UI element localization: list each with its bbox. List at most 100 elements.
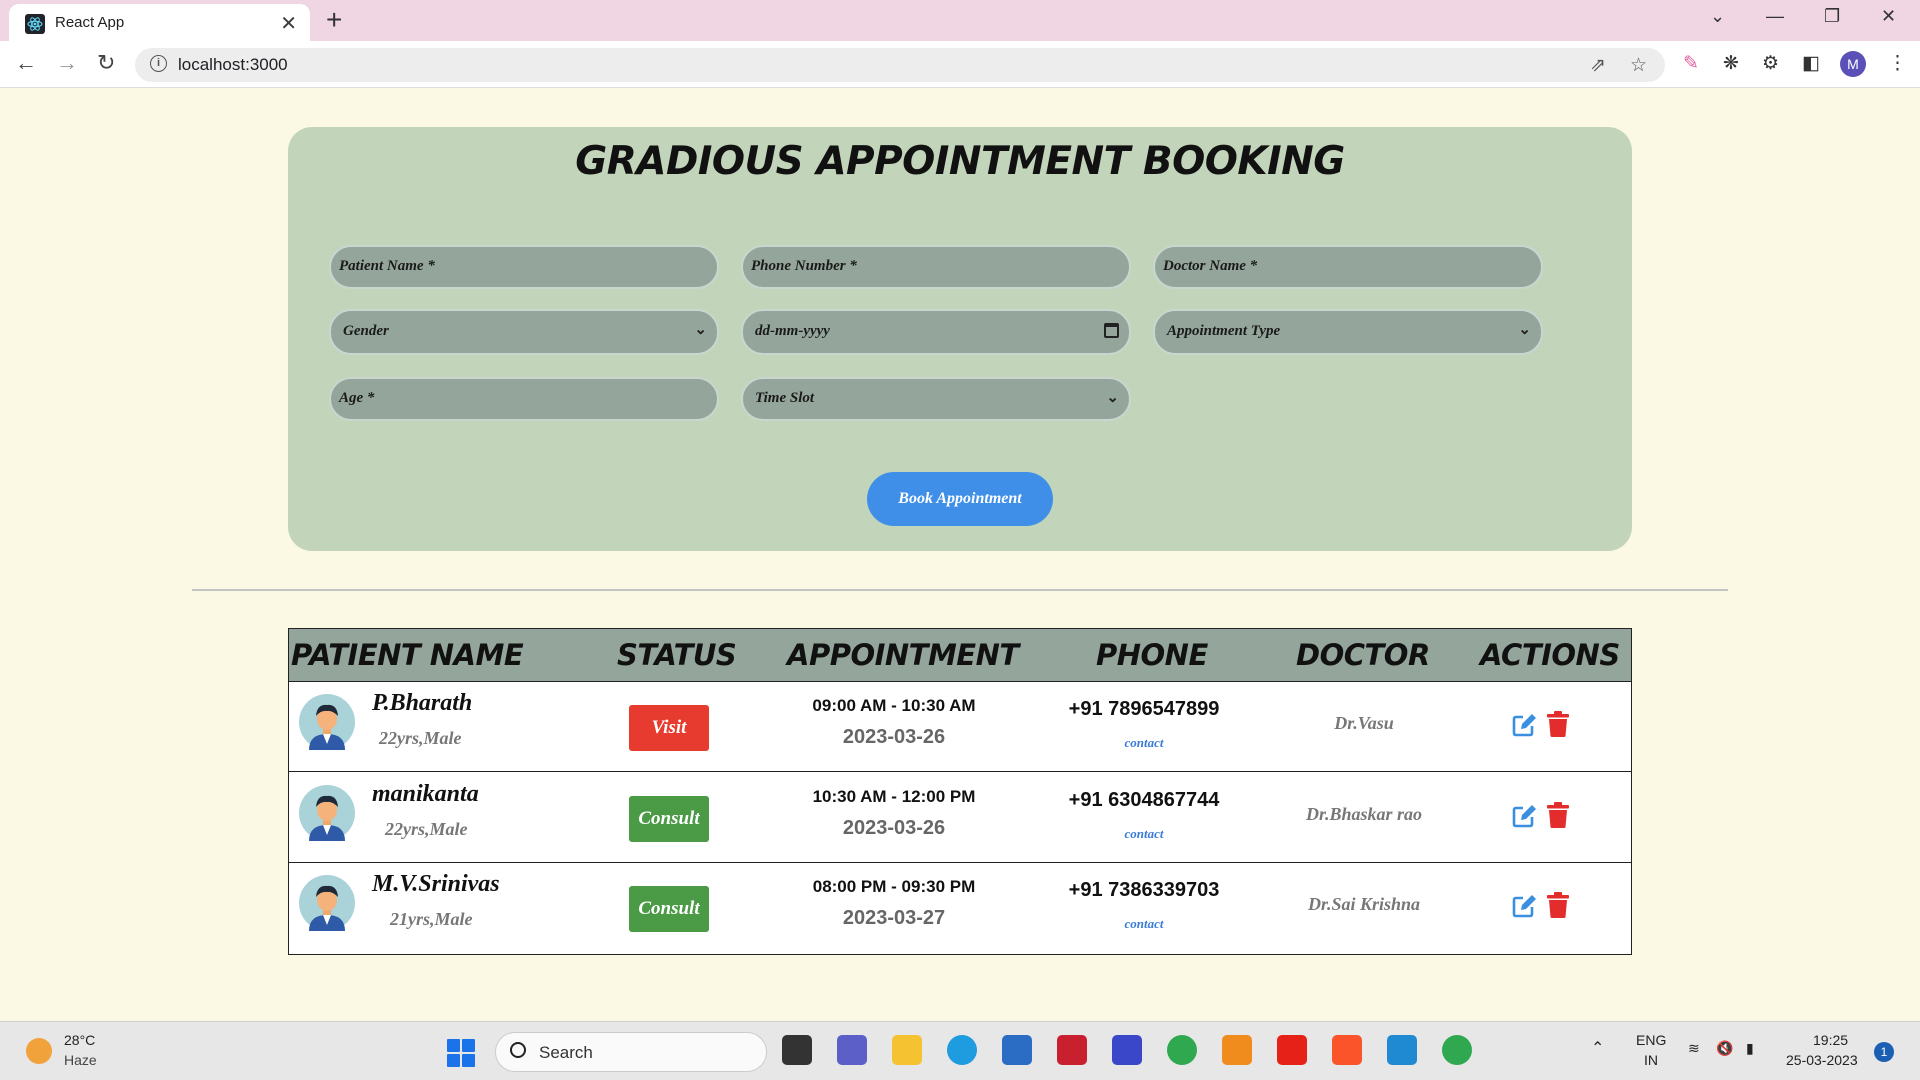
windows-start-icon[interactable] bbox=[447, 1039, 475, 1067]
extensions-icon[interactable]: ⚙ bbox=[1762, 52, 1779, 75]
address-bar[interactable]: i localhost:3000 ⇗ ☆ bbox=[135, 48, 1665, 82]
battery-icon[interactable]: ▮ bbox=[1746, 1040, 1754, 1057]
book-appointment-button[interactable]: Book Appointment bbox=[867, 472, 1053, 526]
bug-icon[interactable]: ❋ bbox=[1723, 52, 1739, 75]
header-doctor: DOCTOR bbox=[1296, 638, 1430, 672]
patient-age-gender: 21yrs,Male bbox=[390, 909, 473, 929]
appointment-time: 09:00 AM - 10:30 AM bbox=[812, 696, 976, 715]
contact-link[interactable]: contact bbox=[1034, 735, 1254, 751]
edge-icon[interactable] bbox=[947, 1035, 977, 1065]
reload-icon[interactable]: ↻ bbox=[97, 50, 115, 76]
weather-description[interactable]: Haze bbox=[64, 1052, 97, 1068]
url-text[interactable]: localhost:3000 bbox=[178, 55, 288, 75]
appointment-date: 2023-03-26 bbox=[842, 816, 946, 839]
contact-link[interactable]: contact bbox=[1034, 916, 1254, 932]
show-hidden-icons-icon[interactable]: ⌃ bbox=[1591, 1038, 1604, 1058]
appointment-type-select[interactable]: Appointment Type ⌄ bbox=[1153, 309, 1543, 355]
edit-icon[interactable] bbox=[1511, 712, 1537, 738]
status-badge[interactable]: Visit bbox=[629, 705, 709, 751]
chrome-icon[interactable] bbox=[1167, 1035, 1197, 1065]
appointments-table: PATIENT NAME STATUS APPOINTMENT PHONE DO… bbox=[288, 628, 1632, 955]
patient-avatar-icon bbox=[299, 875, 355, 931]
table-row: M.V.Srinivas 21yrs,Male Consult 08:00 PM… bbox=[289, 863, 1631, 953]
weather-temperature[interactable]: 28°C bbox=[64, 1032, 95, 1048]
browser-toolbar: ← → ↻ i localhost:3000 ⇗ ☆ ✎ ❋ ⚙ ◧ M ⋮ bbox=[0, 41, 1920, 88]
gender-select[interactable]: Gender ⌄ bbox=[329, 309, 719, 355]
appointment-date: 2023-03-26 bbox=[842, 726, 946, 748]
mcafee-icon[interactable] bbox=[1057, 1035, 1087, 1065]
patient-phone: +91 7386339703 bbox=[1068, 879, 1220, 901]
clock-time[interactable]: 19:25 bbox=[1813, 1032, 1848, 1048]
back-icon[interactable]: ← bbox=[15, 50, 37, 76]
taskbar: 28°C Haze Search ⌃ ENG IN ≋ 🔇 ▮ 19:25 25… bbox=[0, 1021, 1920, 1080]
date-placeholder: dd-mm-yyyy bbox=[755, 323, 830, 339]
task-view-icon[interactable] bbox=[782, 1035, 812, 1065]
time-slot-select[interactable]: Time Slot ⌄ bbox=[741, 377, 1131, 421]
weather-haze-icon[interactable] bbox=[26, 1038, 52, 1064]
header-phone: PHONE bbox=[1096, 638, 1208, 672]
sublime-text-icon[interactable] bbox=[1222, 1035, 1252, 1065]
trash-icon[interactable] bbox=[1547, 892, 1569, 918]
doctor-name: Dr.Vasu bbox=[1334, 713, 1394, 733]
vscode-icon[interactable] bbox=[1387, 1035, 1417, 1065]
patient-age-gender: 22yrs,Male bbox=[379, 728, 462, 748]
patient-name: manikanta bbox=[372, 780, 479, 807]
share-icon[interactable]: ⇗ bbox=[1590, 54, 1606, 77]
patient-name-placeholder: Patient Name * bbox=[339, 258, 435, 274]
tab-close-icon[interactable]: ✕ bbox=[280, 11, 297, 36]
youtube-icon[interactable] bbox=[1277, 1035, 1307, 1065]
table-row: manikanta 22yrs,Male Consult 10:30 AM - … bbox=[289, 773, 1631, 863]
file-explorer-icon[interactable] bbox=[892, 1035, 922, 1065]
language-region[interactable]: IN bbox=[1644, 1052, 1658, 1068]
browser-tabstrip: React App ✕ + ⌄ — ❐ ✕ bbox=[0, 0, 1920, 41]
vpn-app-icon[interactable] bbox=[1112, 1035, 1142, 1065]
notification-badge[interactable]: 1 bbox=[1874, 1042, 1894, 1062]
chrome-profile-icon[interactable] bbox=[1442, 1035, 1472, 1065]
appointment-date: 2023-03-27 bbox=[842, 907, 946, 929]
site-info-icon[interactable]: i bbox=[150, 55, 167, 72]
teams-chat-icon[interactable] bbox=[837, 1035, 867, 1065]
doctor-name: Dr.Bhaskar rao bbox=[1305, 803, 1423, 824]
patient-name-input[interactable]: Patient Name * bbox=[329, 245, 719, 289]
brave-icon[interactable] bbox=[1332, 1035, 1362, 1065]
doctor-name: Dr.Sai Krishna bbox=[1307, 894, 1421, 914]
forward-icon[interactable]: → bbox=[56, 50, 78, 76]
clock-date[interactable]: 25-03-2023 bbox=[1786, 1052, 1858, 1068]
status-badge[interactable]: Consult bbox=[629, 886, 709, 932]
booking-form-card: GRADIOUS APPOINTMENT BOOKING Patient Nam… bbox=[288, 127, 1632, 551]
trash-icon[interactable] bbox=[1547, 711, 1569, 737]
contact-link[interactable]: contact bbox=[1034, 826, 1254, 842]
appointment-time: 08:00 PM - 09:30 PM bbox=[812, 877, 976, 896]
search-label: Search bbox=[539, 1043, 593, 1062]
menu-icon[interactable]: ⋮ bbox=[1888, 52, 1907, 75]
sidepanel-icon[interactable]: ◧ bbox=[1802, 52, 1820, 75]
header-patient-name: PATIENT NAME bbox=[291, 638, 524, 672]
header-actions: ACTIONS bbox=[1480, 638, 1620, 672]
gender-select-value: Gender bbox=[343, 323, 389, 339]
time-slot-value: Time Slot bbox=[755, 390, 815, 406]
close-window-button[interactable]: ✕ bbox=[1881, 6, 1896, 27]
wifi-icon[interactable]: ≋ bbox=[1688, 1040, 1700, 1057]
phone-number-input[interactable]: Phone Number * bbox=[741, 245, 1131, 289]
profile-avatar[interactable]: M bbox=[1840, 51, 1866, 77]
edit-icon[interactable] bbox=[1511, 893, 1537, 919]
browser-tab[interactable]: React App ✕ bbox=[9, 4, 310, 41]
new-tab-button[interactable]: + bbox=[326, 4, 342, 36]
bookmark-star-icon[interactable]: ☆ bbox=[1630, 54, 1647, 77]
taskbar-search[interactable]: Search bbox=[495, 1032, 767, 1072]
language-code[interactable]: ENG bbox=[1636, 1032, 1666, 1048]
tab-search-icon[interactable]: ⌄ bbox=[1710, 6, 1725, 27]
calendar-icon[interactable] bbox=[1104, 323, 1119, 338]
restore-button[interactable]: ❐ bbox=[1824, 6, 1840, 27]
minimize-button[interactable]: — bbox=[1766, 6, 1784, 27]
edit-icon[interactable] bbox=[1511, 803, 1537, 829]
doctor-name-input[interactable]: Doctor Name * bbox=[1153, 245, 1543, 289]
date-input[interactable]: dd-mm-yyyy bbox=[741, 309, 1131, 355]
color-picker-icon[interactable]: ✎ bbox=[1683, 52, 1699, 75]
trash-icon[interactable] bbox=[1547, 801, 1569, 828]
patient-phone: +91 6304867744 bbox=[1068, 788, 1220, 811]
microsoft-store-icon[interactable] bbox=[1002, 1035, 1032, 1065]
status-badge[interactable]: Consult bbox=[629, 795, 709, 842]
age-input[interactable]: Age * bbox=[329, 377, 719, 421]
volume-muted-icon[interactable]: 🔇 bbox=[1716, 1040, 1733, 1057]
